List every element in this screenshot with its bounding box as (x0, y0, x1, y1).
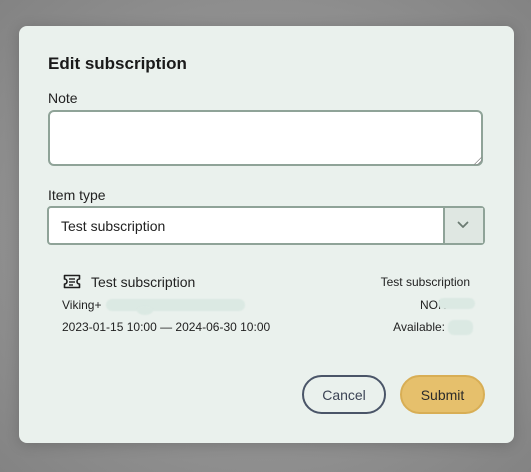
item-type-selected-value: Test subscription (61, 218, 166, 234)
dialog-title: Edit subscription (48, 54, 187, 73)
item-type-dropdown-toggle[interactable] (443, 208, 483, 243)
ticket-icon (63, 274, 81, 289)
redacted-provider-detail-tail (137, 306, 153, 315)
textarea-resize-handle[interactable] (474, 157, 482, 165)
submit-button[interactable]: Submit (400, 375, 485, 414)
subscription-name: Test subscription (91, 274, 196, 290)
chevron-down-icon (457, 221, 469, 228)
redacted-available-value (448, 320, 473, 335)
redacted-provider-detail (106, 299, 245, 311)
redacted-price-value (438, 298, 475, 309)
available-label: Available: (393, 320, 445, 334)
subscription-provider: Viking+ (62, 298, 102, 312)
cancel-button[interactable]: Cancel (302, 375, 386, 414)
note-input[interactable] (48, 110, 483, 166)
item-type-label: Item type (48, 187, 106, 203)
note-label: Note (48, 90, 78, 106)
item-type-select[interactable]: Test subscription (47, 206, 485, 245)
subscription-type-name: Test subscription (380, 275, 470, 289)
edit-subscription-dialog: Edit subscription Note Item type Test su… (19, 26, 514, 443)
subscription-validity-dates: 2023-01-15 10:00 — 2024-06-30 10:00 (62, 320, 271, 334)
